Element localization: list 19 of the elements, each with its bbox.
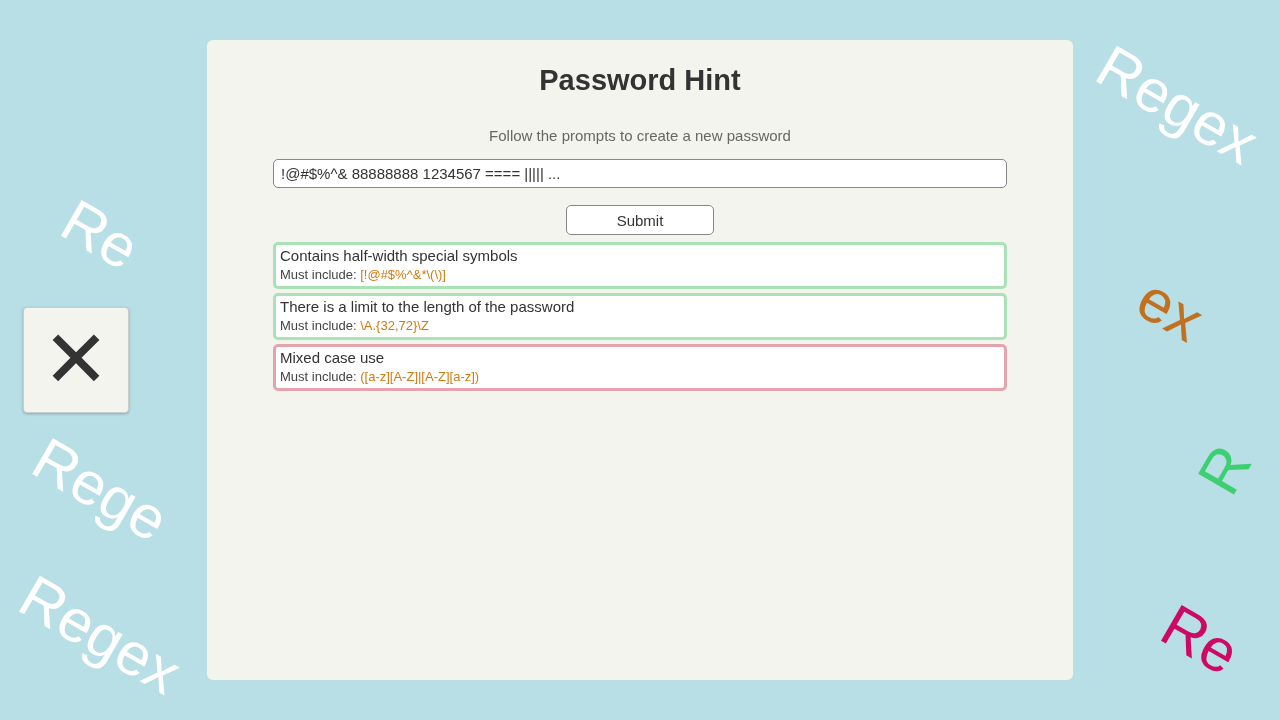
background-word: Re	[1151, 594, 1249, 686]
rule-pattern: [!@#$%^&*\(\)]	[360, 267, 446, 282]
rule-title: Contains half-width special symbols	[280, 247, 519, 264]
rule-prefix: Must include:	[280, 267, 357, 282]
rule-prefix: Must include:	[280, 369, 357, 384]
close-button[interactable]: ✕	[23, 307, 129, 413]
rule-pattern: ([a-z][A-Z]|[A-Z][a-z])	[360, 369, 480, 384]
background-word: R	[1188, 436, 1262, 504]
submit-button[interactable]: Submit	[566, 205, 714, 235]
background-word: Re	[51, 189, 149, 281]
rule-title: There is a limit to the length of the password	[280, 298, 576, 315]
rule-prefix: Must include:	[280, 318, 357, 333]
password-field[interactable]: !@#$%^& 88888888 1234567 ==== ||||| ...	[273, 159, 1007, 188]
rule-pattern: \A.{32,72}\Z	[360, 318, 429, 333]
subtitle: Follow the prompts to create a new password	[489, 127, 791, 144]
background-word: Rege	[22, 428, 178, 552]
dialog-title: Password Hint	[539, 64, 741, 97]
rule-title: Mixed case use	[280, 349, 386, 366]
background-word: ex	[1127, 268, 1213, 352]
